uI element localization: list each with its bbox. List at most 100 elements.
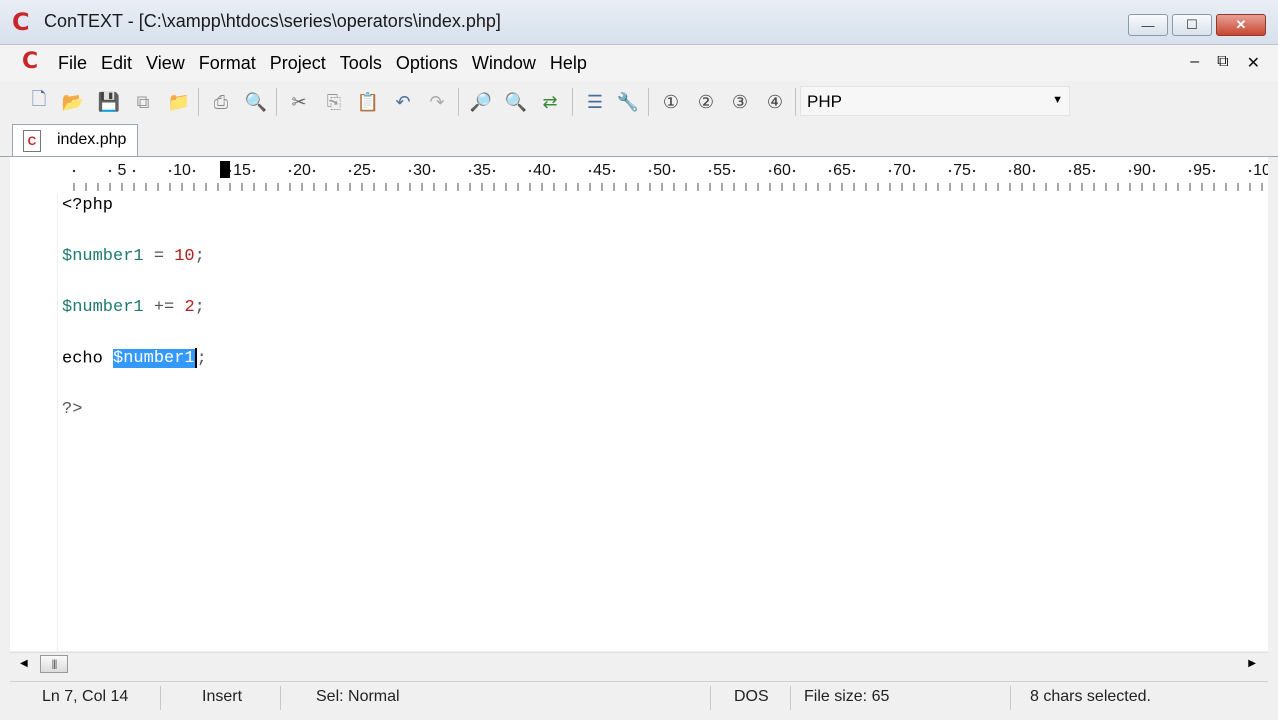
menu-options[interactable]: Options [396, 53, 458, 74]
menu-view[interactable]: View [146, 53, 185, 74]
ruler-dot [468, 169, 472, 173]
new-file-icon[interactable]: 🗋 [26, 89, 52, 115]
menu-help[interactable]: Help [550, 53, 587, 74]
semicolon-token: ; [194, 298, 205, 317]
undo-icon[interactable]: ↶ [390, 89, 416, 115]
ruler-dot [1032, 169, 1036, 173]
menu-format[interactable]: Format [199, 53, 256, 74]
save-all-icon[interactable]: ⧉ [130, 89, 156, 115]
ruler-dot [1128, 169, 1132, 173]
ruler-label: 20 [293, 162, 311, 179]
doc-restore-button[interactable]: ⧉ [1217, 53, 1228, 73]
settings-wrench-icon[interactable]: 🔧 [615, 89, 641, 115]
ruler-dot [192, 169, 196, 173]
code-line-3: $number1 = 10; [62, 246, 205, 268]
ruler-dot [288, 169, 292, 173]
toolbar: 🗋 📂 💾 ⧉ 📁 ⎙ 🔍 ✂ ⎘ 📋 ↶ ↷ 🔎 🔍 ⇄ ☰ 🔧 ① ② ③ … [0, 82, 1278, 122]
print-preview-icon[interactable]: 🔍 [243, 89, 269, 115]
ruler-label: 55 [713, 162, 731, 179]
code-line-1: <?php [62, 195, 113, 217]
ruler-label: 85 [1073, 162, 1091, 179]
user-command-2-icon[interactable]: ② [693, 89, 719, 115]
open-file-icon[interactable]: 📂 [60, 89, 86, 115]
copy-icon[interactable]: ⎘ [321, 89, 347, 115]
menu-file[interactable]: File [58, 53, 87, 74]
php-file-icon: C [23, 130, 41, 152]
maximize-button[interactable]: ☐ [1172, 14, 1212, 36]
ruler-dot [588, 169, 592, 173]
semicolon-token: ; [194, 247, 205, 266]
status-divider [790, 686, 791, 710]
insert-mode[interactable]: Insert [202, 688, 242, 706]
open-folder-icon[interactable]: 📁 [166, 89, 192, 115]
scroll-right-icon[interactable]: ▶ [1248, 658, 1256, 669]
scrollbar-thumb[interactable]: ||| [40, 655, 68, 673]
print-icon[interactable]: ⎙ [208, 89, 234, 115]
ruler-label: 80 [1013, 162, 1031, 179]
menu-window[interactable]: Window [472, 53, 536, 74]
ruler-label: 50 [653, 162, 671, 179]
context-app-icon[interactable]: C [12, 10, 36, 34]
semicolon-token: ; [196, 349, 207, 369]
menu-items: File Edit View Format Project Tools Opti… [58, 53, 601, 74]
column-ruler: 5 10 15 20 25 30 35 40 45 50 55 60 65 70 75 80 85 90 95 10 [10, 157, 1268, 194]
ruler-label: 90 [1133, 162, 1151, 179]
doc-minimize-button[interactable]: – [1190, 53, 1199, 73]
ruler-label: 5 [118, 162, 127, 179]
toolbar-separator [795, 88, 796, 116]
menu-bar: C File Edit View Format Project Tools Op… [0, 45, 1278, 81]
variable-token: $number1 [62, 247, 144, 266]
ruler-dot [1068, 169, 1072, 173]
keyword-token: echo [62, 349, 114, 369]
ruler-dot [552, 169, 556, 173]
ruler-label: 10 [1253, 162, 1268, 179]
document-system-menu-icon[interactable]: C [22, 51, 38, 73]
cut-icon[interactable]: ✂ [286, 89, 312, 115]
find-icon[interactable]: 🔎 [468, 89, 494, 115]
file-size: File size: 65 [804, 688, 890, 705]
code-editor[interactable]: <?php $number1 = 10; $number1 += 2; echo… [10, 193, 1268, 651]
cursor-position: Ln 7, Col 14 [42, 688, 129, 705]
chevron-down-icon[interactable]: ▼ [1052, 94, 1063, 106]
find-next-icon[interactable]: 🔍 [503, 89, 529, 115]
redo-icon[interactable]: ↷ [424, 89, 450, 115]
ruler-dot [1248, 169, 1252, 173]
tab-label: index.php [57, 131, 127, 148]
tab-index-php[interactable]: C index.php [12, 124, 138, 156]
line-ending-format[interactable]: DOS [734, 688, 769, 706]
scroll-left-icon[interactable]: ◀ [20, 658, 28, 669]
syntax-highlighter-value: PHP [807, 92, 842, 111]
replace-icon[interactable]: ⇄ [537, 89, 563, 115]
selected-text[interactable]: $number1 [113, 349, 195, 369]
minimize-button[interactable]: — [1128, 14, 1168, 36]
selection-mode[interactable]: Sel: Normal [316, 688, 400, 706]
title-bar: C ConTEXT - [C:\xampp\htdocs\series\oper… [0, 0, 1278, 45]
user-command-4-icon[interactable]: ④ [762, 89, 788, 115]
ruler-dot [972, 169, 976, 173]
doc-close-button[interactable]: ✕ [1247, 53, 1260, 73]
ruler-label: 35 [473, 162, 491, 179]
status-divider [280, 686, 281, 710]
ruler-dot [1008, 169, 1012, 173]
number-token: 2 [184, 298, 195, 317]
horizontal-scrollbar[interactable]: ◀ ||| ▶ [10, 652, 1268, 677]
paste-icon[interactable]: 📋 [355, 89, 381, 115]
ruler-dot [768, 169, 772, 173]
menu-tools[interactable]: Tools [340, 53, 382, 74]
ruler-dot [948, 169, 952, 173]
ruler-dot [888, 169, 892, 173]
syntax-highlighter-select[interactable]: PHP ▼ [800, 86, 1070, 116]
close-button[interactable]: ✕ [1216, 14, 1266, 36]
ruler-dot [828, 169, 832, 173]
menu-edit[interactable]: Edit [101, 53, 132, 74]
menu-project[interactable]: Project [270, 53, 326, 74]
status-bar: Ln 7, Col 14 Insert Sel: Normal DOS File… [10, 681, 1268, 714]
ruler-caret-marker [220, 161, 230, 178]
save-icon[interactable]: 💾 [96, 89, 122, 115]
user-command-3-icon[interactable]: ③ [727, 89, 753, 115]
user-command-1-icon[interactable]: ① [658, 89, 684, 115]
file-compare-icon[interactable]: ☰ [582, 89, 608, 115]
ruler-dot [732, 169, 736, 173]
ruler-label: 75 [953, 162, 971, 179]
ruler-dot [372, 169, 376, 173]
